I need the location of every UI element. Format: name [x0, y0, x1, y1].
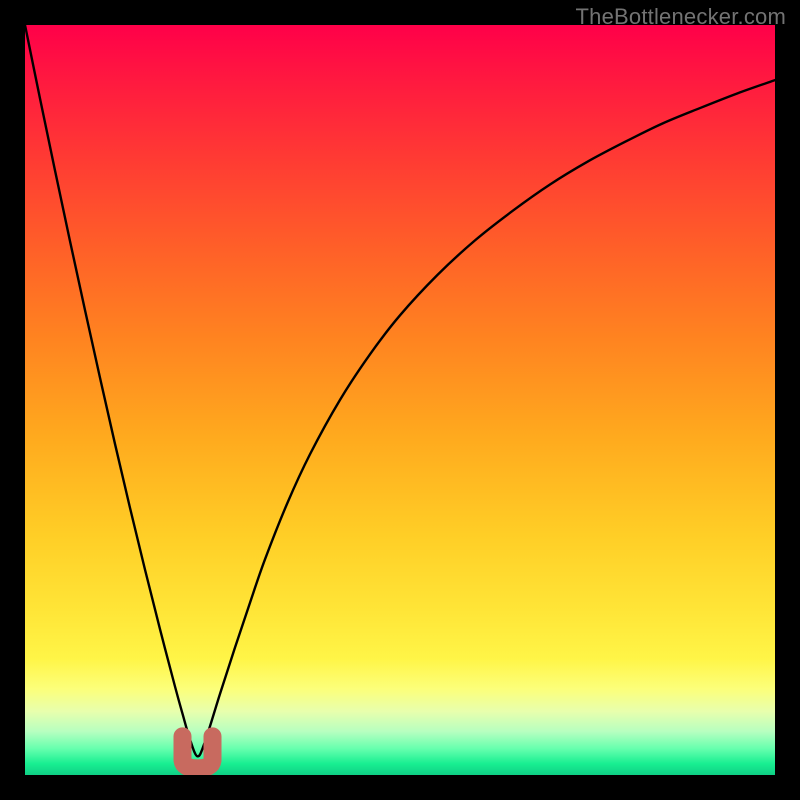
watermark-label: TheBottlenecker.com [576, 4, 786, 30]
gradient-background [25, 25, 775, 775]
bottleneck-chart [25, 25, 775, 775]
chart-frame [25, 25, 775, 775]
